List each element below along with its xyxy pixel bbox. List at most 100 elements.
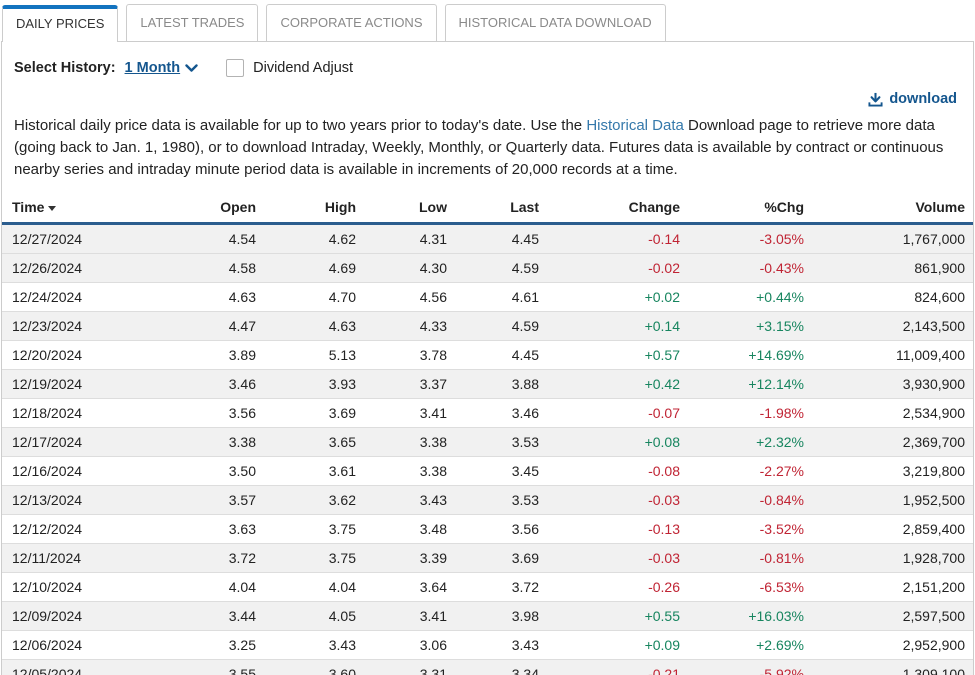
cell-change: +0.02	[547, 283, 688, 312]
cell-volume: 1,767,000	[812, 224, 973, 254]
cell-high: 3.69	[264, 399, 364, 428]
column-header-last[interactable]: Last	[455, 193, 547, 224]
cell-change: +0.09	[547, 631, 688, 660]
table-row: 12/06/20243.253.433.063.43+0.09+2.69%2,9…	[2, 631, 973, 660]
cell-time: 12/26/2024	[2, 254, 172, 283]
cell-time: 12/11/2024	[2, 544, 172, 573]
cell-high: 4.63	[264, 312, 364, 341]
cell-last: 4.45	[455, 224, 547, 254]
cell-high: 3.75	[264, 515, 364, 544]
cell-volume: 2,143,500	[812, 312, 973, 341]
sort-desc-icon	[48, 206, 56, 211]
cell-volume: 1,309,100	[812, 660, 973, 675]
cell-high: 3.60	[264, 660, 364, 675]
column-header-time[interactable]: Time	[2, 193, 172, 224]
cell-low: 4.31	[364, 224, 455, 254]
cell-open: 4.47	[172, 312, 264, 341]
cell-volume: 2,952,900	[812, 631, 973, 660]
cell-volume: 2,151,200	[812, 573, 973, 602]
cell-last: 3.72	[455, 573, 547, 602]
column-header-volume[interactable]: Volume	[812, 193, 973, 224]
cell-open: 3.56	[172, 399, 264, 428]
cell-low: 4.33	[364, 312, 455, 341]
cell-low: 3.38	[364, 428, 455, 457]
cell-open: 4.63	[172, 283, 264, 312]
cell-high: 3.75	[264, 544, 364, 573]
column-header-high[interactable]: High	[264, 193, 364, 224]
cell-high: 4.70	[264, 283, 364, 312]
cell-time: 12/20/2024	[2, 341, 172, 370]
download-link[interactable]: download	[868, 91, 957, 107]
table-row: 12/17/20243.383.653.383.53+0.08+2.32%2,3…	[2, 428, 973, 457]
cell-open: 4.54	[172, 224, 264, 254]
cell-volume: 11,009,400	[812, 341, 973, 370]
cell-pct-chg: -2.27%	[688, 457, 812, 486]
cell-change: -0.03	[547, 544, 688, 573]
cell-high: 3.65	[264, 428, 364, 457]
cell-change: +0.14	[547, 312, 688, 341]
cell-pct-chg: -6.53%	[688, 573, 812, 602]
cell-volume: 861,900	[812, 254, 973, 283]
tab-daily-prices[interactable]: DAILY PRICES	[2, 5, 118, 42]
cell-low: 3.64	[364, 573, 455, 602]
tab-latest-trades[interactable]: LATEST TRADES	[126, 4, 258, 41]
cell-low: 4.30	[364, 254, 455, 283]
cell-time: 12/10/2024	[2, 573, 172, 602]
cell-change: -0.14	[547, 224, 688, 254]
cell-volume: 2,369,700	[812, 428, 973, 457]
cell-high: 3.93	[264, 370, 364, 399]
download-icon	[868, 92, 883, 107]
cell-volume: 824,600	[812, 283, 973, 312]
daily-prices-table: TimeOpenHighLowLastChange%ChgVolume 12/2…	[2, 193, 973, 675]
cell-high: 4.05	[264, 602, 364, 631]
table-row: 12/19/20243.463.933.373.88+0.42+12.14%3,…	[2, 370, 973, 399]
tab-corporate-actions[interactable]: CORPORATE ACTIONS	[266, 4, 436, 41]
cell-last: 3.46	[455, 399, 547, 428]
content-panel: Select History: 1 Month Dividend Adjust …	[1, 41, 974, 675]
dividend-adjust-label: Dividend Adjust	[253, 60, 353, 76]
cell-pct-chg: -0.84%	[688, 486, 812, 515]
cell-volume: 2,859,400	[812, 515, 973, 544]
table-header-row: TimeOpenHighLowLastChange%ChgVolume	[2, 193, 973, 224]
cell-last: 3.34	[455, 660, 547, 675]
cell-volume: 1,952,500	[812, 486, 973, 515]
column-header-change[interactable]: Change	[547, 193, 688, 224]
dividend-adjust-checkbox[interactable]	[226, 59, 244, 77]
cell-pct-chg: -1.98%	[688, 399, 812, 428]
history-period-dropdown[interactable]: 1 Month	[125, 60, 199, 76]
cell-low: 3.39	[364, 544, 455, 573]
cell-change: +0.57	[547, 341, 688, 370]
cell-open: 4.58	[172, 254, 264, 283]
cell-time: 12/27/2024	[2, 224, 172, 254]
cell-open: 3.89	[172, 341, 264, 370]
cell-change: +0.42	[547, 370, 688, 399]
cell-open: 3.57	[172, 486, 264, 515]
cell-pct-chg: -0.43%	[688, 254, 812, 283]
cell-high: 3.43	[264, 631, 364, 660]
cell-low: 3.37	[364, 370, 455, 399]
cell-change: -0.03	[547, 486, 688, 515]
cell-high: 4.04	[264, 573, 364, 602]
cell-high: 4.62	[264, 224, 364, 254]
cell-change: -0.08	[547, 457, 688, 486]
chevron-down-icon	[185, 64, 198, 73]
cell-open: 3.46	[172, 370, 264, 399]
column-header-chg[interactable]: %Chg	[688, 193, 812, 224]
cell-last: 3.88	[455, 370, 547, 399]
table-row: 12/26/20244.584.694.304.59-0.02-0.43%861…	[2, 254, 973, 283]
cell-change: -0.21	[547, 660, 688, 675]
table-row: 12/27/20244.544.624.314.45-0.14-3.05%1,7…	[2, 224, 973, 254]
historical-data-link[interactable]: Historical Data	[586, 117, 684, 134]
tab-historical-data-download[interactable]: HISTORICAL DATA DOWNLOAD	[445, 4, 666, 41]
history-controls: Select History: 1 Month Dividend Adjust	[2, 42, 973, 77]
cell-pct-chg: -0.81%	[688, 544, 812, 573]
cell-open: 3.44	[172, 602, 264, 631]
table-row: 12/16/20243.503.613.383.45-0.08-2.27%3,2…	[2, 457, 973, 486]
cell-high: 4.69	[264, 254, 364, 283]
cell-last: 3.69	[455, 544, 547, 573]
table-row: 12/20/20243.895.133.784.45+0.57+14.69%11…	[2, 341, 973, 370]
column-header-open[interactable]: Open	[172, 193, 264, 224]
cell-low: 3.06	[364, 631, 455, 660]
column-header-low[interactable]: Low	[364, 193, 455, 224]
cell-low: 3.48	[364, 515, 455, 544]
